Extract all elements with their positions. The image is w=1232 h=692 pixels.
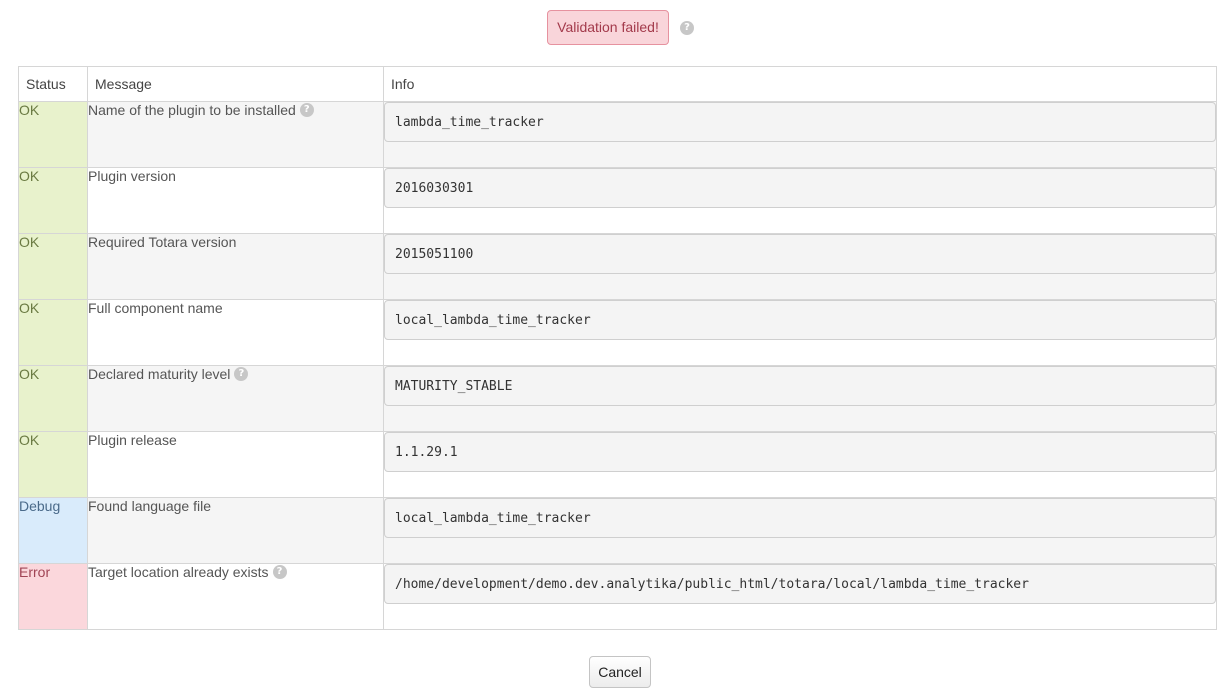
column-header-message: Message <box>87 66 384 102</box>
info-value: local_lambda_time_tracker <box>384 498 1216 538</box>
message-cell: Found language file <box>87 497 384 564</box>
info-cell: local_lambda_time_tracker <box>383 299 1217 366</box>
info-value: /home/development/demo.dev.analytika/pub… <box>384 564 1216 604</box>
info-cell: lambda_time_tracker <box>383 101 1217 168</box>
table-header-row: Status Message Info <box>18 66 1217 102</box>
info-cell: 1.1.29.1 <box>383 431 1217 498</box>
question-circle-icon[interactable]: ? <box>234 366 249 381</box>
message-cell: Plugin release <box>87 431 384 498</box>
info-value: 2015051100 <box>384 234 1216 274</box>
validation-header: Validation failed! ? <box>0 10 1232 46</box>
message-cell: Required Totara version <box>87 233 384 300</box>
message-text: Required Totara version <box>88 234 237 250</box>
status-cell: Error <box>18 563 88 630</box>
question-circle-icon[interactable]: ? <box>680 21 694 35</box>
table-row: OK Plugin version 2016030301 <box>18 167 1217 234</box>
message-text: Full component name <box>88 300 223 316</box>
table-row: Error Target location already exists? /h… <box>18 563 1217 630</box>
table-body: OK Name of the plugin to be installed? l… <box>18 101 1217 630</box>
table-row: Debug Found language file local_lambda_t… <box>18 497 1217 564</box>
status-cell: OK <box>18 365 88 432</box>
question-circle-icon[interactable]: ? <box>272 564 287 579</box>
info-value: 1.1.29.1 <box>384 432 1216 472</box>
message-cell: Declared maturity level? <box>87 365 384 432</box>
validation-results-table: Status Message Info OK Name of the plugi… <box>18 66 1217 630</box>
status-cell: OK <box>18 101 88 168</box>
table-row: OK Name of the plugin to be installed? l… <box>18 101 1217 168</box>
message-text: Declared maturity level <box>88 366 231 382</box>
message-text: Target location already exists <box>88 564 269 580</box>
message-text: Plugin version <box>88 168 176 184</box>
question-circle-icon[interactable]: ? <box>299 102 314 117</box>
info-cell: 2016030301 <box>383 167 1217 234</box>
message-text: Found language file <box>88 498 211 514</box>
table-row: OK Required Totara version 2015051100 <box>18 233 1217 300</box>
info-value: 2016030301 <box>384 168 1216 208</box>
message-cell: Full component name <box>87 299 384 366</box>
cancel-button[interactable]: Cancel <box>589 656 651 688</box>
status-cell: OK <box>18 233 88 300</box>
table-row: OK Full component name local_lambda_time… <box>18 299 1217 366</box>
validation-failed-alert: Validation failed! <box>547 10 669 45</box>
info-cell: /home/development/demo.dev.analytika/pub… <box>383 563 1217 630</box>
column-header-status: Status <box>18 66 88 102</box>
info-value: local_lambda_time_tracker <box>384 300 1216 340</box>
table-row: OK Declared maturity level? MATURITY_STA… <box>18 365 1217 432</box>
status-cell: OK <box>18 431 88 498</box>
message-cell: Target location already exists? <box>87 563 384 630</box>
info-cell: MATURITY_STABLE <box>383 365 1217 432</box>
message-text: Name of the plugin to be installed <box>88 102 296 118</box>
status-cell: OK <box>18 167 88 234</box>
column-header-info: Info <box>383 66 1217 102</box>
message-cell: Name of the plugin to be installed? <box>87 101 384 168</box>
info-value: MATURITY_STABLE <box>384 366 1216 406</box>
message-text: Plugin release <box>88 432 177 448</box>
message-cell: Plugin version <box>87 167 384 234</box>
status-cell: Debug <box>18 497 88 564</box>
info-value: lambda_time_tracker <box>384 102 1216 142</box>
status-cell: OK <box>18 299 88 366</box>
table-row: OK Plugin release 1.1.29.1 <box>18 431 1217 498</box>
footer-actions: Cancel <box>0 656 1232 688</box>
info-cell: 2015051100 <box>383 233 1217 300</box>
info-cell: local_lambda_time_tracker <box>383 497 1217 564</box>
